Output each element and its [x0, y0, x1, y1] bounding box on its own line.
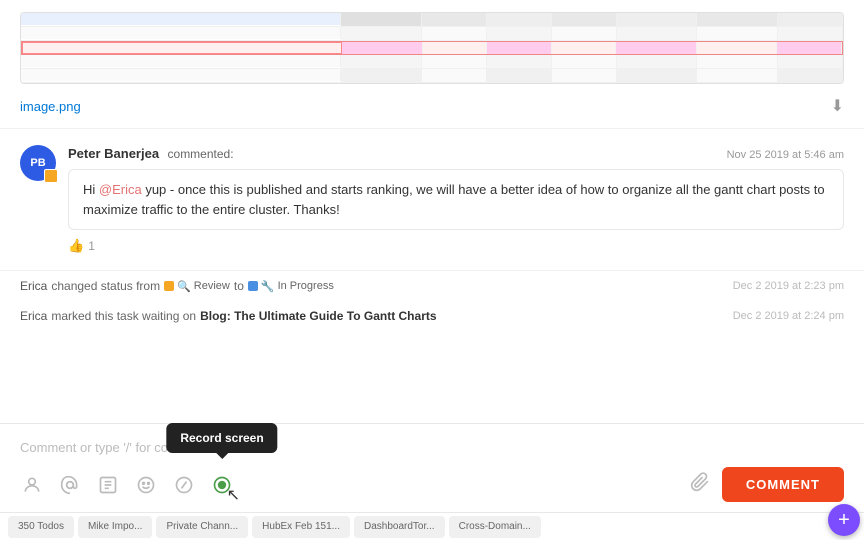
status-dot-blue: [248, 281, 258, 291]
activity-text-1: Erica changed status from 🔍 Review to 🔧 …: [20, 279, 334, 293]
slash-command-icon[interactable]: [172, 473, 196, 497]
spreadsheet-row-highlighted: [21, 41, 843, 55]
record-screen-icon[interactable]: Record screen ↖: [210, 473, 234, 497]
like-section: 👍 1: [68, 238, 844, 254]
spreadsheet-row: [21, 69, 843, 83]
comment-text: Hi @Erica yup - once this is published a…: [68, 169, 844, 230]
toolbar-icons: Record screen ↖: [20, 473, 234, 497]
to-status: 🔧 In Progress: [248, 280, 334, 293]
mention: @Erica: [99, 182, 142, 197]
image-section: image.png ⬇: [0, 0, 864, 129]
image-filename[interactable]: image.png: [20, 99, 81, 114]
image-footer: image.png ⬇: [20, 92, 844, 116]
comment-button[interactable]: COMMENT: [722, 467, 844, 502]
main-container: image.png ⬇ PB Peter Banerjea commented:…: [0, 0, 864, 540]
comment-input-area: Comment or type '/' for commands: [0, 423, 864, 512]
bottom-tab-3[interactable]: HubEx Feb 151...: [252, 516, 350, 538]
comment-date: Nov 25 2019 at 5:46 am: [727, 149, 844, 161]
comment-post: yup - once this is published and starts …: [83, 182, 825, 217]
task-link[interactable]: Blog: The Ultimate Guide To Gantt Charts: [200, 309, 436, 323]
at-icon[interactable]: [58, 473, 82, 497]
to-status-label: In Progress: [278, 280, 334, 292]
comment-toolbar: Record screen ↖ COMMENT: [20, 467, 844, 502]
activity-actor-2: Erica: [20, 309, 47, 323]
like-icon[interactable]: 👍: [68, 238, 84, 254]
toolbar-right: COMMENT: [690, 467, 844, 502]
activity-action-2: marked this task waiting on: [51, 309, 196, 323]
fab-button[interactable]: +: [828, 504, 860, 536]
spreadsheet-row: [21, 27, 843, 41]
emoji-icon[interactable]: [134, 473, 158, 497]
bottom-tab-4[interactable]: DashboardTor...: [354, 516, 445, 538]
comment-body: Peter Banerjea commented: Nov 25 2019 at…: [68, 145, 844, 254]
spreadsheet-rows: [21, 13, 843, 83]
attach-icon[interactable]: [690, 472, 710, 497]
avatar-initials: PB: [30, 157, 45, 169]
bottom-bar: 350 Todos Mike Impo... Private Chann... …: [0, 512, 864, 540]
status-dot-yellow: [164, 281, 174, 291]
activity-action-1: changed status from: [51, 279, 160, 293]
activity-row-2: Erica marked this task waiting on Blog: …: [0, 301, 864, 331]
activity-text-2: Erica marked this task waiting on Blog: …: [20, 309, 437, 323]
to-label: to: [234, 279, 244, 293]
from-status-label: Review: [194, 280, 230, 292]
comment-pre: Hi: [83, 182, 99, 197]
bottom-tab-0[interactable]: 350 Todos: [8, 516, 74, 538]
activity-actor-1: Erica: [20, 279, 47, 293]
like-count: 1: [88, 239, 95, 253]
spreadsheet-preview: [20, 12, 844, 84]
activity-date-2: Dec 2 2019 at 2:24 pm: [733, 310, 844, 322]
spreadsheet-row: [21, 13, 843, 27]
cursor-icon: ↖: [227, 485, 240, 505]
bottom-tab-2[interactable]: Private Chann...: [156, 516, 248, 538]
avatar-badge: [44, 169, 58, 183]
download-icon[interactable]: ⬇: [831, 96, 844, 116]
from-status: 🔍 Review: [164, 280, 230, 293]
activity-row-1: Erica changed status from 🔍 Review to 🔧 …: [0, 271, 864, 301]
commenter-name: Peter Banerjea commented:: [68, 145, 234, 163]
comment-placeholder[interactable]: Comment or type '/' for commands: [20, 436, 844, 467]
bottom-tab-1[interactable]: Mike Impo...: [78, 516, 152, 538]
comment-block: PB Peter Banerjea commented: Nov 25 2019…: [0, 129, 864, 271]
sticker-icon[interactable]: [96, 473, 120, 497]
activity-date-1: Dec 2 2019 at 2:23 pm: [733, 280, 844, 292]
fab-label: +: [838, 509, 850, 532]
person-icon[interactable]: [20, 473, 44, 497]
bottom-tab-5[interactable]: Cross-Domain...: [449, 516, 541, 538]
comment-header: Peter Banerjea commented: Nov 25 2019 at…: [68, 145, 844, 163]
avatar: PB: [20, 145, 56, 181]
spreadsheet-row: [21, 55, 843, 69]
